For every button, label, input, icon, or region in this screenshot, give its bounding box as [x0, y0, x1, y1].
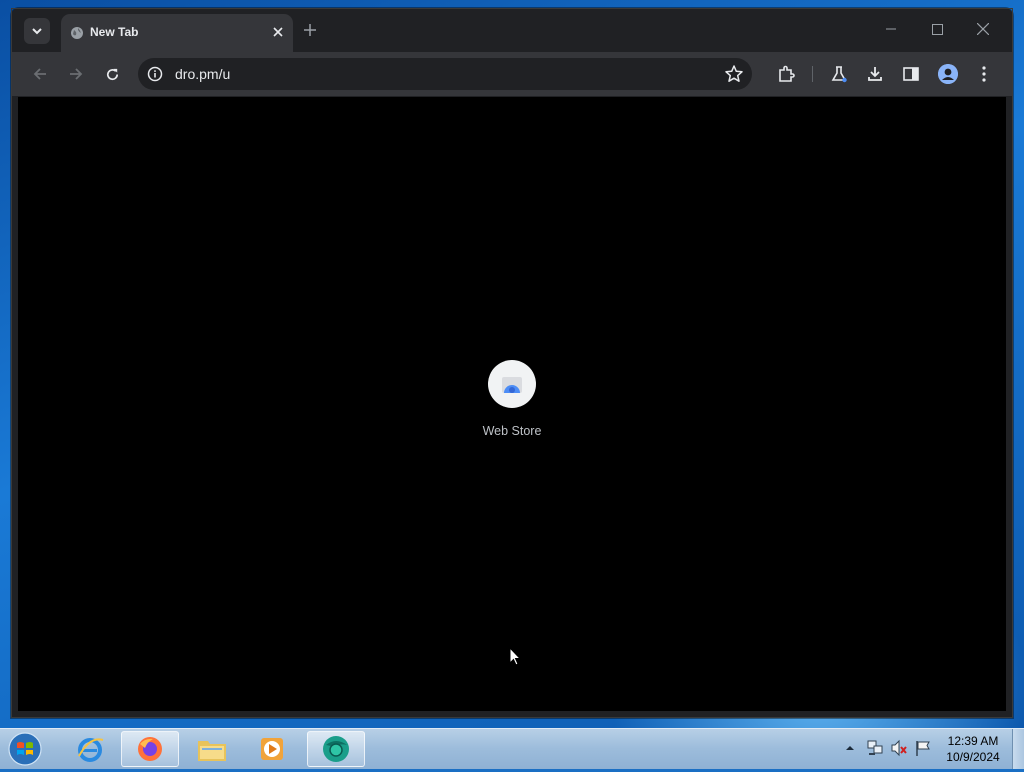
folder-icon	[198, 741, 226, 761]
arrow-left-icon	[33, 68, 46, 80]
omnibox[interactable]: dro.pm/u	[138, 58, 752, 90]
firefox-icon	[138, 737, 162, 761]
arrow-right-icon	[70, 68, 83, 80]
more-vert-icon	[982, 66, 986, 82]
back-button[interactable]	[26, 60, 54, 88]
tab-strip: New Tab	[11, 8, 1013, 52]
web-store-icon	[502, 377, 522, 393]
taskbar: 12:39 AM 10/9/2024	[0, 728, 1024, 769]
mouse-cursor-icon	[509, 647, 521, 666]
toolbar: dro.pm/u	[11, 52, 1013, 96]
show-desktop-button[interactable]	[1012, 729, 1024, 769]
downloads-button[interactable]	[861, 60, 889, 88]
shortcut-label: Web Store	[482, 424, 542, 438]
maximize-icon	[931, 23, 943, 35]
tab-search-button[interactable]	[24, 18, 50, 44]
globe-icon	[71, 27, 83, 39]
close-icon	[977, 23, 989, 35]
maximize-button[interactable]	[917, 16, 957, 42]
system-clock[interactable]: 12:39 AM 10/9/2024	[940, 733, 1006, 765]
internet-explorer-icon	[78, 738, 104, 762]
reload-button[interactable]	[98, 60, 126, 88]
tab-close-button[interactable]	[269, 23, 287, 41]
start-button[interactable]	[6, 731, 44, 767]
taskbar-file-explorer[interactable]	[183, 731, 241, 767]
taskbar-internet-explorer[interactable]	[61, 731, 119, 767]
volume-muted-icon[interactable]	[890, 739, 908, 757]
toolbar-separator	[812, 66, 813, 82]
chevron-down-icon	[32, 28, 42, 35]
new-tab-page: Web Store	[18, 97, 1006, 711]
minimize-button[interactable]	[871, 16, 911, 42]
clock-time: 12:39 AM	[947, 734, 999, 748]
info-icon[interactable]	[147, 66, 163, 82]
shortcut-web-store[interactable]: Web Store	[472, 360, 552, 438]
action-center-flag-icon[interactable]	[914, 739, 932, 757]
new-tab-button[interactable]	[300, 20, 320, 40]
browser-app-icon	[323, 736, 349, 762]
labs-button[interactable]	[825, 60, 853, 88]
taskbar-firefox[interactable]	[121, 731, 179, 767]
tab-new-tab[interactable]: New Tab	[61, 14, 293, 52]
extensions-button[interactable]	[772, 60, 800, 88]
menu-button[interactable]	[970, 60, 998, 88]
clock-date: 10/9/2024	[946, 750, 1000, 764]
windows-orb-icon	[8, 732, 42, 766]
side-panel-button[interactable]	[897, 60, 925, 88]
star-icon[interactable]	[724, 64, 744, 84]
network-icon[interactable]	[866, 739, 884, 757]
taskbar-chrome[interactable]	[307, 731, 365, 767]
browser-window: New Tab dro.pm/u Web Store	[11, 8, 1013, 718]
flask-icon	[831, 66, 847, 83]
puzzle-icon	[779, 65, 795, 82]
url-text[interactable]: dro.pm/u	[175, 66, 230, 82]
reload-icon	[106, 68, 118, 80]
show-hidden-icons-icon[interactable]	[845, 744, 855, 752]
shortcut-icon-circle	[488, 360, 536, 408]
plus-icon	[304, 24, 316, 36]
forward-button[interactable]	[62, 60, 90, 88]
window-close-button[interactable]	[963, 16, 1003, 42]
minimize-icon	[886, 28, 896, 30]
person-icon	[938, 64, 958, 84]
tab-title: New Tab	[90, 25, 139, 39]
side-panel-icon	[903, 67, 919, 81]
profile-avatar[interactable]	[938, 64, 958, 84]
taskbar-media-player[interactable]	[243, 731, 301, 767]
close-icon	[273, 27, 283, 37]
download-icon	[868, 67, 882, 81]
media-player-icon	[261, 738, 283, 760]
